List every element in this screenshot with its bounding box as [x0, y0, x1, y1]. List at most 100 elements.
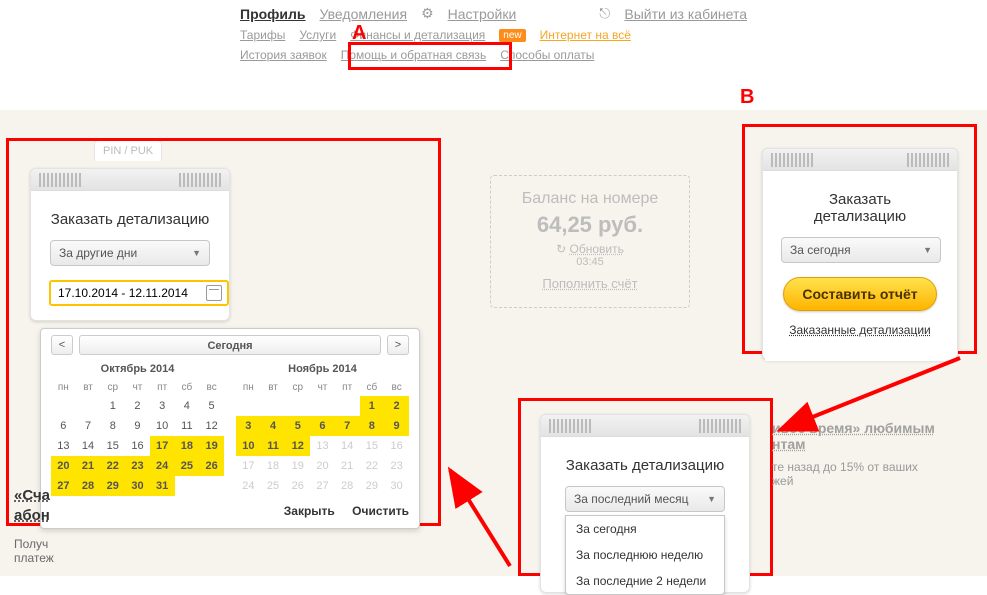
cal-next-button[interactable]: > [387, 335, 409, 355]
widget-drag-handle[interactable] [763, 149, 957, 171]
cal-day[interactable]: 30 [384, 476, 409, 496]
cal-day[interactable]: 19 [285, 456, 310, 476]
cal-day[interactable]: 5 [199, 396, 224, 416]
cal-day[interactable]: 23 [125, 456, 150, 476]
nav-tariffs[interactable]: Тарифы [240, 28, 285, 42]
cal-day[interactable]: 2 [384, 396, 409, 416]
cal-day[interactable]: 14 [76, 436, 101, 456]
period-select-mid[interactable]: За последний месяц ▼ [565, 486, 725, 512]
cal-day[interactable]: 15 [100, 436, 125, 456]
cal-day[interactable]: 8 [360, 416, 385, 436]
cal-day[interactable]: 12 [199, 416, 224, 436]
order-detail-widget-left: Заказать детализацию За другие дни ▼ [30, 168, 230, 321]
cal-day[interactable]: 21 [76, 456, 101, 476]
nav-payment[interactable]: Способы оплаты [500, 48, 594, 62]
widget-title: Заказать детализацию [781, 191, 939, 225]
cal-day[interactable]: 3 [236, 416, 261, 436]
dropdown-option[interactable]: За сегодня [566, 516, 724, 542]
period-select-value: За сегодня [790, 243, 851, 257]
cal-day[interactable]: 4 [175, 396, 200, 416]
cal-day[interactable]: 17 [150, 436, 175, 456]
cal-day[interactable]: 14 [335, 436, 360, 456]
cal-day[interactable]: 6 [310, 416, 335, 436]
period-select-value: За другие дни [59, 246, 137, 260]
calendar-icon[interactable] [206, 285, 222, 301]
nav-services[interactable]: Услуги [299, 28, 336, 42]
cal-day[interactable]: 6 [51, 416, 76, 436]
chevron-down-icon: ▼ [923, 245, 932, 255]
cal-day[interactable]: 29 [360, 476, 385, 496]
cal-day[interactable]: 12 [285, 436, 310, 456]
ordered-details-link[interactable]: Заказанные детализации [781, 323, 939, 337]
cal-day[interactable]: 16 [125, 436, 150, 456]
cal-day[interactable]: 3 [150, 396, 175, 416]
cal-day[interactable]: 8 [100, 416, 125, 436]
cal-day[interactable]: 27 [310, 476, 335, 496]
nav-finance[interactable]: Финансы и детализация [350, 28, 485, 42]
nav-profile[interactable]: Профиль [240, 6, 306, 22]
cal-day[interactable]: 21 [335, 456, 360, 476]
cal-day[interactable]: 18 [261, 456, 286, 476]
cal-day[interactable]: 13 [310, 436, 335, 456]
cal-day[interactable]: 25 [175, 456, 200, 476]
widget-drag-handle[interactable] [31, 169, 229, 191]
cal-day[interactable]: 10 [150, 416, 175, 436]
cal-prev-button[interactable]: < [51, 335, 73, 355]
cal-day[interactable]: 22 [100, 456, 125, 476]
period-select-left[interactable]: За другие дни ▼ [50, 240, 210, 266]
cal-day[interactable]: 7 [335, 416, 360, 436]
cal-month2-grid: пнвтсрчтптсбвс 12 3456789 10111213141516… [236, 379, 409, 496]
cal-month1-grid: пнвтсрчтптсбвс 12345 6789101112 13141516… [51, 379, 224, 496]
balance-time: 03:45 [505, 256, 675, 268]
cal-day[interactable]: 5 [285, 416, 310, 436]
nav-settings[interactable]: Настройки [448, 6, 517, 22]
date-range-input[interactable] [56, 285, 206, 301]
cal-day[interactable]: 1 [360, 396, 385, 416]
period-select-right[interactable]: За сегодня ▼ [781, 237, 941, 263]
nav-internet[interactable]: Интернет на всё [540, 28, 631, 42]
dropdown-option[interactable]: За последнюю неделю [566, 542, 724, 568]
cal-day[interactable]: 10 [236, 436, 261, 456]
widget-title: Заказать детализацию [559, 457, 731, 474]
cal-day[interactable]: 15 [360, 436, 385, 456]
chevron-down-icon: ▼ [707, 494, 716, 504]
cal-day[interactable]: 9 [125, 416, 150, 436]
cal-day[interactable]: 4 [261, 416, 286, 436]
cal-day[interactable]: 22 [360, 456, 385, 476]
cal-day[interactable]: 20 [51, 456, 76, 476]
balance-label: Баланс на номере [505, 190, 675, 208]
dropdown-option[interactable]: За последние 2 недели [566, 568, 724, 594]
cal-day[interactable]: 11 [261, 436, 286, 456]
balance-refresh-link[interactable]: Обновить [570, 242, 624, 256]
cal-day[interactable]: 26 [199, 456, 224, 476]
cal-day[interactable]: 1 [100, 396, 125, 416]
cal-day[interactable]: 19 [199, 436, 224, 456]
cal-day[interactable]: 20 [310, 456, 335, 476]
nav-notifications[interactable]: Уведомления [320, 6, 408, 22]
make-report-button[interactable]: Составить отчёт [783, 277, 936, 311]
cal-day[interactable]: 26 [285, 476, 310, 496]
cal-day[interactable]: 17 [236, 456, 261, 476]
nav-logout[interactable]: Выйти из кабинета [624, 6, 747, 22]
cal-day[interactable]: 13 [51, 436, 76, 456]
cal-day[interactable]: 28 [335, 476, 360, 496]
cal-clear-button[interactable]: Очистить [352, 504, 409, 518]
cal-today-button[interactable]: Сегодня [79, 335, 381, 355]
cal-day[interactable]: 16 [384, 436, 409, 456]
cal-day[interactable]: 7 [76, 416, 101, 436]
widget-drag-handle[interactable] [541, 415, 749, 437]
cal-month2-title: Ноябрь 2014 [236, 363, 409, 375]
cal-day[interactable]: 18 [175, 436, 200, 456]
cal-day[interactable]: 9 [384, 416, 409, 436]
exit-icon: ⎋ [599, 5, 610, 22]
cal-day[interactable]: 24 [236, 476, 261, 496]
cal-day[interactable]: 24 [150, 456, 175, 476]
topup-link[interactable]: Пополнить счёт [542, 276, 637, 291]
cal-close-button[interactable]: Закрыть [284, 504, 335, 518]
cal-day[interactable]: 2 [125, 396, 150, 416]
nav-history[interactable]: История заявок [240, 48, 327, 62]
cal-day[interactable]: 25 [261, 476, 286, 496]
cal-day[interactable]: 23 [384, 456, 409, 476]
cal-day[interactable]: 11 [175, 416, 200, 436]
annotation-b: B [740, 86, 754, 109]
